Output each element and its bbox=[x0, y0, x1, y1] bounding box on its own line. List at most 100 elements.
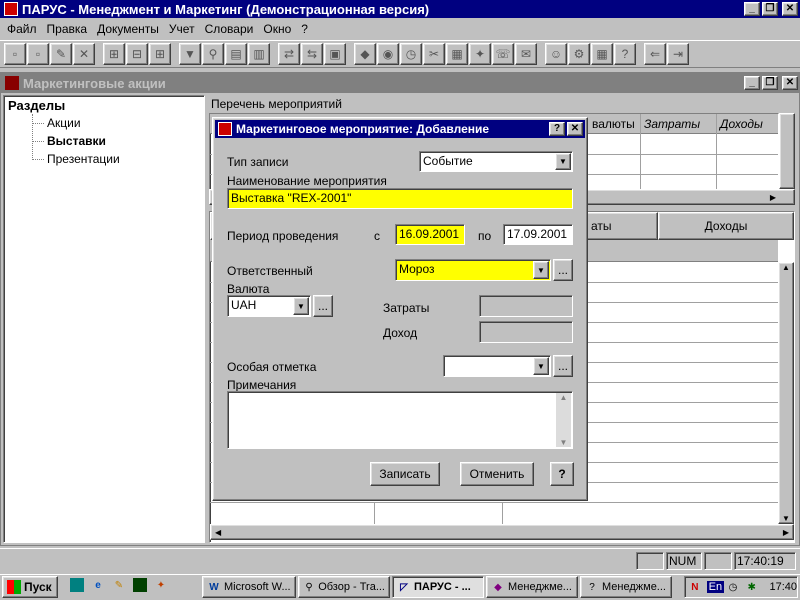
edit-doc-icon[interactable]: ✎ bbox=[50, 43, 72, 65]
date-from-input[interactable]: 16.09.2001 bbox=[395, 224, 465, 245]
book-icon: ◆ bbox=[494, 581, 502, 593]
clock-tray-icon[interactable]: ◷ bbox=[726, 580, 740, 594]
clock-icon[interactable]: ◷ bbox=[400, 43, 422, 65]
tree-item-presentations[interactable]: Презентации bbox=[47, 152, 120, 166]
menu-dictionaries[interactable]: Словари bbox=[200, 22, 259, 36]
minimize-icon[interactable]: _ bbox=[744, 2, 760, 16]
print-icon[interactable]: ▤ bbox=[225, 43, 247, 65]
fox-icon[interactable]: ✦ bbox=[154, 578, 168, 592]
task-word[interactable]: W Microsoft W... bbox=[202, 576, 296, 598]
date-to-input[interactable]: 17.09.2001 bbox=[503, 224, 573, 245]
menu-edit[interactable]: Правка bbox=[42, 22, 93, 36]
find-icon[interactable]: ⚲ bbox=[202, 43, 224, 65]
add-sub-icon[interactable]: ⊞ bbox=[149, 43, 171, 65]
delete-icon[interactable]: ✕ bbox=[73, 43, 95, 65]
print-preview-icon[interactable]: ▥ bbox=[248, 43, 270, 65]
cancel-button[interactable]: Отменить bbox=[460, 462, 534, 486]
dialog-help-icon[interactable]: ? bbox=[549, 122, 565, 136]
responsible-select[interactable]: Мороз bbox=[395, 259, 551, 281]
child-restore-icon[interactable]: ❐ bbox=[762, 76, 778, 90]
task-manager2[interactable]: ? Менеджме... bbox=[580, 576, 672, 598]
record-type-dropdown-icon[interactable]: ▼ bbox=[555, 153, 571, 170]
new-doc-icon[interactable]: ▫ bbox=[4, 43, 26, 65]
tools-icon[interactable]: ✂ bbox=[423, 43, 445, 65]
child-titlebar[interactable]: Маркетинговые акции bbox=[1, 73, 799, 93]
responsible-browse-button[interactable]: ... bbox=[553, 259, 573, 281]
copy-doc-icon[interactable]: ▫ bbox=[27, 43, 49, 65]
back-icon[interactable]: ⇐ bbox=[644, 43, 666, 65]
costs-input[interactable] bbox=[479, 295, 573, 317]
chart-icon[interactable]: ◉ bbox=[377, 43, 399, 65]
upper-vscroll[interactable] bbox=[779, 113, 795, 189]
card-icon[interactable]: ▣ bbox=[324, 43, 346, 65]
col-income[interactable]: Доходы bbox=[720, 117, 763, 131]
col-lower-dates[interactable]: аты bbox=[586, 212, 658, 240]
bookmark-icon[interactable]: ✦ bbox=[469, 43, 491, 65]
currency-browse-button[interactable]: ... bbox=[313, 295, 333, 317]
close-icon[interactable]: ✕ bbox=[782, 2, 798, 16]
tree-item-actions[interactable]: Акции bbox=[47, 116, 81, 130]
link-icon[interactable]: ◆ bbox=[354, 43, 376, 65]
task-manager1[interactable]: ◆ Менеджме... bbox=[486, 576, 578, 598]
system-tray: N En ◷ ✱ 17:40 bbox=[684, 576, 798, 598]
mail-icon[interactable]: ✉ bbox=[515, 43, 537, 65]
record-type-select[interactable]: Событие bbox=[419, 151, 573, 172]
status-bar: NUM 17:40:19 bbox=[0, 548, 800, 572]
notes-label: Примечания bbox=[227, 378, 297, 392]
task-parus[interactable]: ◸ ПАРУС - ... bbox=[392, 576, 484, 598]
transfer-icon[interactable]: ⇆ bbox=[301, 43, 323, 65]
menu-accounting[interactable]: Учет bbox=[164, 22, 200, 36]
add-row-icon[interactable]: ⊞ bbox=[103, 43, 125, 65]
col-costs[interactable]: Затраты bbox=[644, 117, 700, 131]
help-button[interactable]: ? bbox=[550, 462, 574, 486]
save-button[interactable]: Записать bbox=[370, 462, 440, 486]
child-close-icon[interactable]: ✕ bbox=[782, 76, 798, 90]
lower-vscroll[interactable]: ▲ ▼ bbox=[778, 262, 794, 524]
settings-icon[interactable]: ⚙ bbox=[568, 43, 590, 65]
tree-root[interactable]: Разделы bbox=[8, 98, 65, 113]
col-lower-income[interactable]: Доходы bbox=[658, 212, 794, 240]
calc-icon[interactable]: ▦ bbox=[446, 43, 468, 65]
outlook-icon[interactable]: ✎ bbox=[112, 578, 126, 592]
dialog-close-icon[interactable]: ✕ bbox=[567, 122, 583, 136]
notes-scrollbar[interactable]: ▲ ▼ bbox=[556, 393, 571, 447]
special-mark-dropdown-icon[interactable]: ▼ bbox=[533, 357, 549, 375]
notes-textarea[interactable] bbox=[227, 391, 573, 449]
insert-row-icon[interactable]: ⊟ bbox=[126, 43, 148, 65]
ie-icon[interactable]: e bbox=[91, 578, 105, 592]
child-title: Маркетинговые акции bbox=[23, 75, 166, 91]
currency-dropdown-icon[interactable]: ▼ bbox=[293, 297, 309, 315]
menu-file[interactable]: Файл bbox=[2, 22, 42, 36]
lang-indicator[interactable]: En bbox=[706, 581, 725, 593]
calculator-icon[interactable]: ▦ bbox=[591, 43, 613, 65]
name-input[interactable]: Выставка "REX-2001" bbox=[227, 188, 573, 209]
app-titlebar[interactable]: ПАРУС - Менеджмент и Маркетинг (Демонстр… bbox=[0, 0, 800, 18]
move-icon[interactable]: ⇄ bbox=[278, 43, 300, 65]
phone-icon[interactable]: ☏ bbox=[492, 43, 514, 65]
child-minimize-icon[interactable]: _ bbox=[744, 76, 760, 90]
filter-icon[interactable]: ▼ bbox=[179, 43, 201, 65]
task-explorer[interactable]: ⚲ Обзор - Tra... bbox=[298, 576, 390, 598]
app-window-controls: _ ❐ ✕ bbox=[744, 2, 798, 16]
responsible-dropdown-icon[interactable]: ▼ bbox=[533, 261, 549, 279]
dialog-titlebar[interactable]: Маркетинговое мероприятие: Добавление bbox=[215, 120, 585, 138]
income-input[interactable] bbox=[479, 321, 573, 343]
menu-documents[interactable]: Документы bbox=[92, 22, 164, 36]
app-title: ПАРУС - Менеджмент и Маркетинг (Демонстр… bbox=[22, 1, 430, 17]
channels-icon[interactable] bbox=[133, 578, 147, 592]
special-mark-browse-button[interactable]: ... bbox=[553, 355, 573, 377]
menu-window[interactable]: Окно bbox=[258, 22, 296, 36]
lower-hscroll[interactable]: ◀ ▶ bbox=[210, 524, 794, 540]
tree-item-exhibitions[interactable]: Выставки bbox=[47, 134, 106, 148]
desktop-icon[interactable] bbox=[70, 578, 84, 592]
user-icon[interactable]: ☺ bbox=[545, 43, 567, 65]
start-button[interactable]: Пуск bbox=[2, 576, 58, 598]
help-icon[interactable]: ? bbox=[614, 43, 636, 65]
norton-icon[interactable]: N bbox=[688, 580, 702, 594]
exit-icon[interactable]: ⇥ bbox=[667, 43, 689, 65]
restore-icon[interactable]: ❐ bbox=[762, 2, 778, 16]
col-currency[interactable]: валюты bbox=[592, 117, 635, 131]
bug-tray-icon[interactable]: ✱ bbox=[745, 580, 759, 594]
costs-label: Затраты bbox=[383, 301, 430, 315]
menu-help[interactable]: ? bbox=[296, 22, 313, 36]
